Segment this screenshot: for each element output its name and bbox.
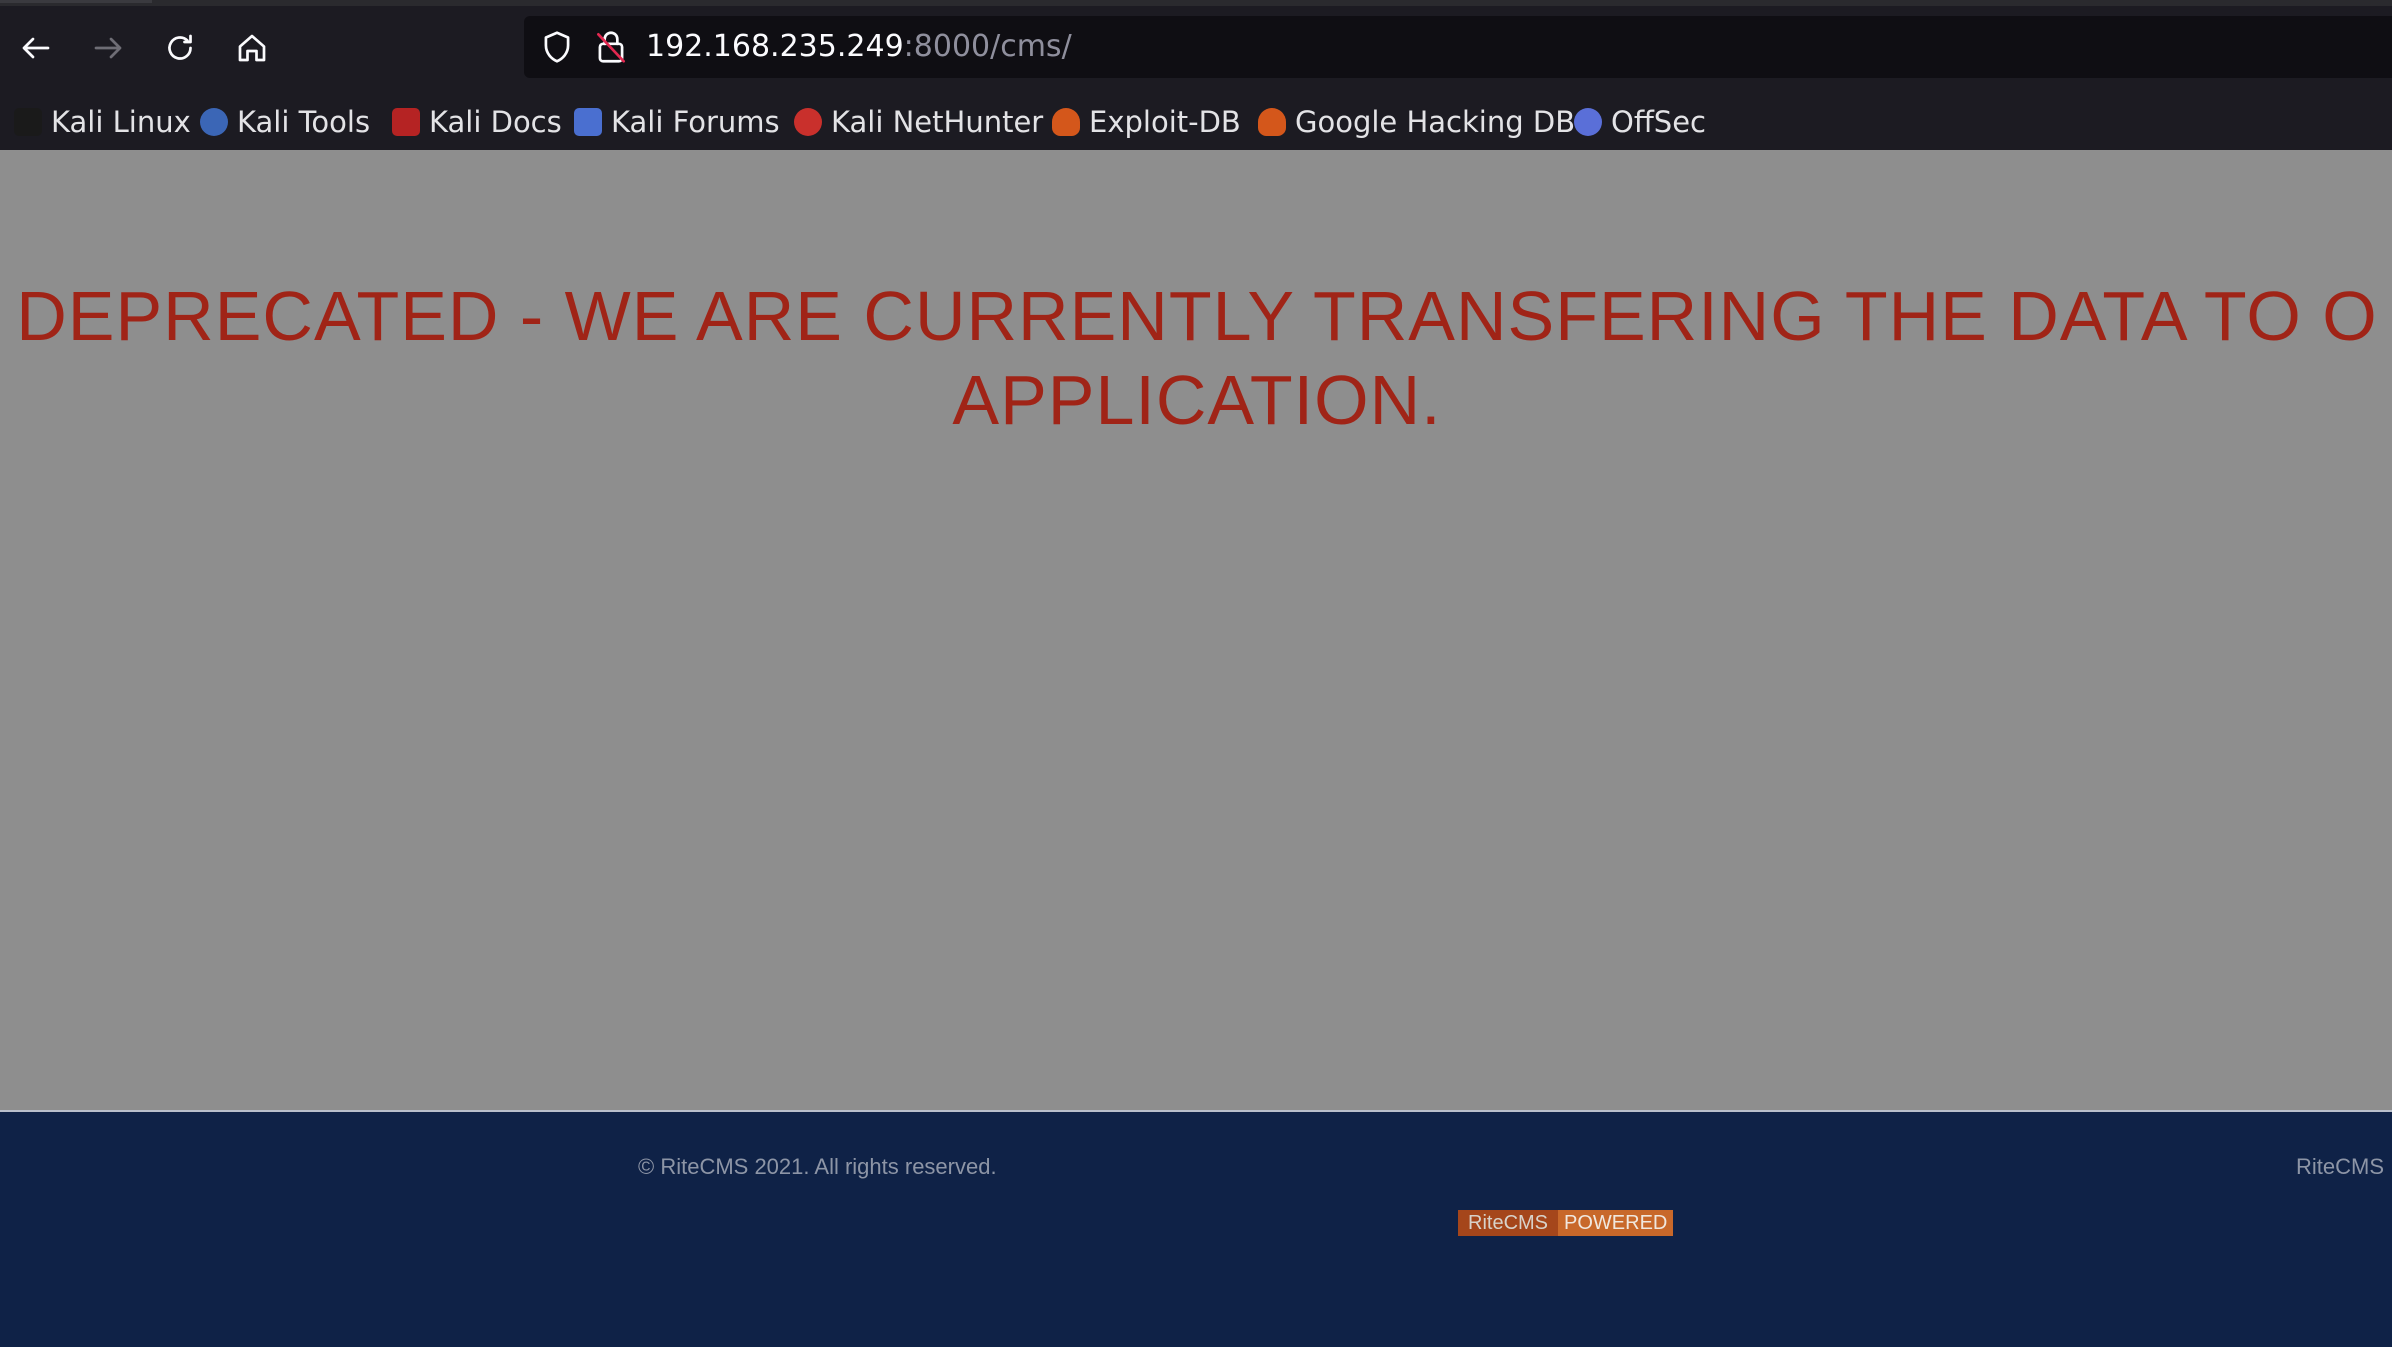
bookmark-label: Kali Linux <box>51 105 191 139</box>
tracking-protection-shield-icon[interactable] <box>538 28 576 66</box>
deprecation-notice-line-2: APPLICATION. <box>952 361 1442 439</box>
ghdb-icon <box>1258 108 1286 136</box>
url-host: 192.168.235.249 <box>646 29 904 64</box>
bookmark-label: Kali Docs <box>429 105 562 139</box>
reload-icon <box>168 34 192 60</box>
bookmark-kali-linux[interactable]: Kali Linux <box>14 102 191 142</box>
bookmark-exploit-db[interactable]: Exploit-DB <box>1052 102 1241 142</box>
bookmark-label: OffSec <box>1611 105 1707 139</box>
ritecms-powered-badge[interactable]: RiteCMS POWERED <box>1458 1210 1674 1236</box>
bookmark-label: Kali NetHunter <box>831 105 1044 139</box>
badge-brand: RiteCMS <box>1458 1210 1559 1236</box>
bookmark-offsec[interactable]: OffSec <box>1574 102 1706 142</box>
bookmark-kali-nethunter[interactable]: Kali NetHunter <box>794 102 1043 142</box>
bookmark-google-hacking-db[interactable]: Google Hacking DB <box>1258 102 1575 142</box>
back-arrow-icon <box>22 37 50 59</box>
address-bar[interactable]: 192.168.235.249:8000/cms/ <box>524 16 2392 78</box>
forward-button[interactable] <box>82 22 134 74</box>
bookmarks-toolbar: Kali Linux Kali Tools Kali Docs Kali For… <box>0 94 2392 150</box>
offsec-icon <box>1574 108 1602 136</box>
bookmark-kali-forums[interactable]: Kali Forums <box>574 102 780 142</box>
page-content: DEPRECATED - WE ARE CURRENTLY TRANSFERIN… <box>0 150 2392 1110</box>
copyright-text: © RiteCMS 2021. All rights reserved. <box>638 1154 997 1179</box>
kali-dragon-icon <box>14 108 42 136</box>
home-icon <box>238 34 266 62</box>
reload-button[interactable] <box>154 22 206 74</box>
kali-forums-icon <box>574 108 602 136</box>
back-button[interactable] <box>10 22 62 74</box>
bookmark-label: Exploit-DB <box>1089 105 1241 139</box>
url-text[interactable]: 192.168.235.249:8000/cms/ <box>646 28 1072 66</box>
insecure-lock-icon[interactable] <box>592 28 630 66</box>
url-path: :8000/cms/ <box>903 29 1072 64</box>
home-button[interactable] <box>226 22 278 74</box>
deprecation-notice: DEPRECATED - WE ARE CURRENTLY TRANSFERIN… <box>0 274 2392 442</box>
bookmark-kali-docs[interactable]: Kali Docs <box>392 102 562 142</box>
footer-ritecms-link[interactable]: RiteCMS <box>2296 1154 2384 1180</box>
kali-tools-icon <box>200 108 228 136</box>
active-tab-indicator[interactable] <box>0 0 152 3</box>
bookmark-kali-tools[interactable]: Kali Tools <box>200 102 370 142</box>
forward-arrow-icon <box>94 37 122 59</box>
kali-nethunter-icon <box>794 108 822 136</box>
bookmark-label: Kali Tools <box>237 105 371 139</box>
navigation-toolbar: 192.168.235.249:8000/cms/ <box>0 6 2392 94</box>
kali-docs-icon <box>392 108 420 136</box>
badge-powered: POWERED <box>1558 1210 1674 1236</box>
exploit-db-icon <box>1052 108 1080 136</box>
deprecation-notice-line-1: DEPRECATED - WE ARE CURRENTLY TRANSFERIN… <box>16 277 2378 355</box>
page-footer: © RiteCMS 2021. All rights reserved. Rit… <box>0 1110 2392 1347</box>
bookmark-label: Google Hacking DB <box>1295 105 1576 139</box>
bookmark-label: Kali Forums <box>611 105 780 139</box>
